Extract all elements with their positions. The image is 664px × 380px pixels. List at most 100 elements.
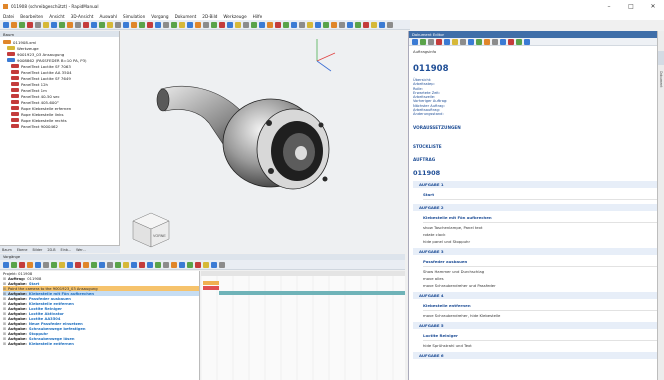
menu-datei[interactable]: Datei (3, 14, 14, 19)
document-toolbar-button[interactable] (428, 38, 434, 45)
expand-icon[interactable]: ⊞ (3, 302, 6, 306)
toolbar-button[interactable] (35, 21, 41, 28)
toolbar-button[interactable] (371, 21, 377, 28)
expand-icon[interactable]: ⊞ (3, 337, 6, 341)
view-cube[interactable]: VORNE (132, 212, 170, 248)
process-toolbar-button[interactable] (155, 261, 161, 268)
toolbar-button[interactable] (3, 21, 9, 28)
toolbar-button[interactable] (339, 21, 345, 28)
expand-icon[interactable]: ⊞ (3, 282, 6, 286)
toolbar-button[interactable] (347, 21, 353, 28)
toolbar-button[interactable] (59, 21, 65, 28)
expand-icon[interactable]: ⊞ (3, 342, 6, 346)
tree-panel-tab[interactable]: Ebene (17, 248, 28, 252)
gantt-bar-current[interactable] (203, 286, 219, 290)
document-toolbar-button[interactable] (524, 38, 530, 45)
toolbar-button[interactable] (211, 21, 217, 28)
maximize-button[interactable]: □ (620, 0, 642, 12)
toolbar-button[interactable] (315, 21, 321, 28)
tree-panel-tab[interactable]: Baum (2, 248, 12, 252)
menu-werkzeuge[interactable]: Werkzeuge (223, 14, 246, 19)
side-dock-tab[interactable] (658, 51, 664, 65)
process-toolbar-button[interactable] (59, 261, 65, 268)
menu-2d-bild[interactable]: 2D-Bild (202, 14, 217, 19)
process-toolbar-button[interactable] (67, 261, 73, 268)
process-toolbar-button[interactable] (35, 261, 41, 268)
toolbar-button[interactable] (243, 21, 249, 28)
tree-panel-tab[interactable]: 2D-B (47, 248, 55, 252)
minimize-button[interactable]: – (598, 0, 620, 12)
section-stueckliste[interactable]: STÜCKLISTE (413, 144, 661, 149)
document-toolbar-button[interactable] (468, 38, 474, 45)
toolbar-button[interactable] (75, 21, 81, 28)
close-button[interactable]: ✕ (642, 0, 664, 12)
aufgabe-5-header[interactable]: AUFGABE 5 (413, 321, 661, 329)
process-row[interactable]: ⊞ Aufgabe: Klebestelle entfernen (3, 341, 199, 346)
process-toolbar-button[interactable] (3, 261, 9, 268)
process-toolbar-button[interactable] (195, 261, 201, 268)
3d-viewport[interactable]: VORNE (121, 31, 405, 253)
aufgabe-6-header[interactable]: AUFGABE 6 (413, 351, 661, 359)
section-voraussetzungen[interactable]: VORAUSSETZUNGEN (413, 125, 661, 130)
menu-hilfe[interactable]: Hilfe (253, 14, 263, 19)
aufgabe-4-header[interactable]: AUFGABE 4 (413, 291, 661, 299)
gantt-bar-range[interactable] (219, 291, 405, 295)
toolbar-button[interactable] (299, 21, 305, 28)
toolbar-button[interactable] (219, 21, 225, 28)
toolbar-button[interactable] (267, 21, 273, 28)
toolbar-button[interactable] (275, 21, 281, 28)
toolbar-button[interactable] (91, 21, 97, 28)
process-toolbar-button[interactable] (179, 261, 185, 268)
toolbar-button[interactable] (291, 21, 297, 28)
toolbar-button[interactable] (387, 21, 393, 28)
process-toolbar-button[interactable] (75, 261, 81, 268)
gantt-bar-start[interactable] (203, 281, 219, 285)
document-toolbar-button[interactable] (436, 38, 442, 45)
toolbar-button[interactable] (355, 21, 361, 28)
process-toolbar-button[interactable] (43, 261, 49, 268)
expand-icon[interactable]: ⊞ (3, 307, 6, 311)
process-toolbar-button[interactable] (51, 261, 57, 268)
toolbar-button[interactable] (235, 21, 241, 28)
toolbar-button[interactable] (11, 21, 17, 28)
expand-icon[interactable]: ⊞ (3, 327, 6, 331)
toolbar-button[interactable] (107, 21, 113, 28)
toolbar-button[interactable] (283, 21, 289, 28)
toolbar-button[interactable] (331, 21, 337, 28)
toolbar-button[interactable] (323, 21, 329, 28)
gantt-chart[interactable] (201, 271, 405, 380)
document-toolbar-button[interactable] (484, 38, 490, 45)
document-toolbar-button[interactable] (508, 38, 514, 45)
toolbar-button[interactable] (155, 21, 161, 28)
toolbar-button[interactable] (195, 21, 201, 28)
process-toolbar-button[interactable] (19, 261, 25, 268)
process-toolbar-button[interactable] (83, 261, 89, 268)
process-toolbar-button[interactable] (107, 261, 113, 268)
process-toolbar-button[interactable] (203, 261, 209, 268)
document-toolbar-button[interactable] (460, 38, 466, 45)
document-toolbar-button[interactable] (452, 38, 458, 45)
document-toolbar-button[interactable] (444, 38, 450, 45)
process-toolbar-button[interactable] (131, 261, 137, 268)
process-toolbar-button[interactable] (91, 261, 97, 268)
process-toolbar-button[interactable] (147, 261, 153, 268)
toolbar-button[interactable] (171, 21, 177, 28)
expand-icon[interactable]: ⊞ (3, 312, 6, 316)
toolbar-button[interactable] (67, 21, 73, 28)
toolbar-button[interactable] (227, 21, 233, 28)
process-toolbar-button[interactable] (139, 261, 145, 268)
document-toolbar-button[interactable] (492, 38, 498, 45)
process-toolbar-button[interactable] (211, 261, 217, 268)
process-toolbar-button[interactable] (27, 261, 33, 268)
document-toolbar-button[interactable] (420, 38, 426, 45)
process-toolbar-button[interactable] (11, 261, 17, 268)
expand-icon[interactable]: ⊞ (3, 322, 6, 326)
toolbar-button[interactable] (139, 21, 145, 28)
toolbar-button[interactable] (99, 21, 105, 28)
toolbar-button[interactable] (115, 21, 121, 28)
tree-panel-tab[interactable]: Bilder (32, 248, 42, 252)
process-toolbar-button[interactable] (115, 261, 121, 268)
tree-panel-tab[interactable]: Wer... (76, 248, 86, 252)
tree-item[interactable]: PanelText 9000462 (3, 123, 116, 129)
menu-ansicht[interactable]: Ansicht (49, 14, 64, 19)
